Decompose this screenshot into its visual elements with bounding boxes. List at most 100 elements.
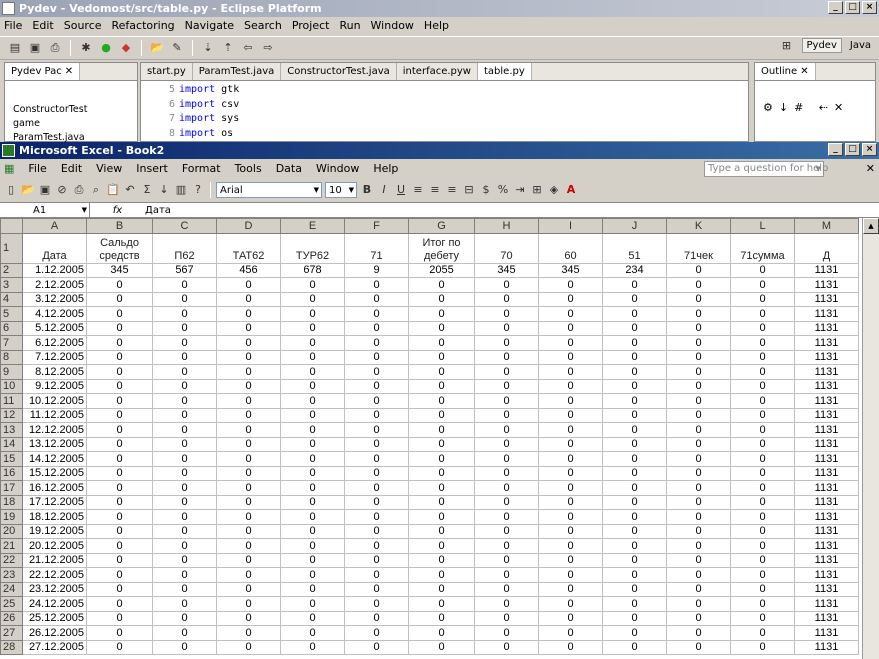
cell[interactable]: 0 [538,639,603,655]
cell[interactable]: 0 [538,349,603,365]
date-cell[interactable]: 6.12.2005 [22,335,87,351]
cell[interactable]: 0 [474,320,539,336]
cell[interactable]: 0 [538,378,603,394]
cell[interactable]: 0 [280,552,345,568]
cell[interactable]: 0 [86,509,153,525]
header-cell[interactable]: 71 [344,232,409,264]
cell[interactable]: 1131 [794,552,859,568]
date-cell[interactable]: 2.12.2005 [22,277,87,293]
date-cell[interactable]: 4.12.2005 [22,306,87,322]
cell[interactable]: 0 [602,378,667,394]
cell[interactable]: 0 [666,523,731,539]
cell[interactable]: 0 [602,567,667,583]
external-tools-icon[interactable]: ◆ [119,41,133,55]
row-header[interactable]: 28 [0,639,23,655]
cell[interactable]: 0 [152,407,217,423]
cell[interactable]: 0 [344,335,409,351]
cell[interactable]: 0 [602,306,667,322]
cell[interactable]: 0 [344,393,409,409]
header-cell[interactable]: Сальдо средств [86,232,153,264]
cell[interactable]: 0 [408,480,475,496]
cell[interactable]: 0 [86,596,153,612]
close-icon[interactable]: ✕ [65,66,73,77]
cell[interactable]: 1131 [794,422,859,438]
cell[interactable]: 0 [408,465,475,481]
cell[interactable]: 0 [344,306,409,322]
code-line[interactable]: 8 import os [161,127,748,142]
cell[interactable]: 0 [538,335,603,351]
debug-icon[interactable]: ✱ [79,41,93,55]
cell[interactable]: 0 [152,335,217,351]
column-header[interactable]: F [344,218,409,234]
menu-help[interactable]: Help [424,19,449,32]
date-cell[interactable]: 9.12.2005 [22,378,87,394]
cell[interactable]: 0 [730,320,795,336]
cell[interactable]: 0 [344,494,409,510]
menu-window[interactable]: Window [371,19,414,32]
column-header[interactable]: C [152,218,217,234]
outline-toolbar-icons[interactable]: ⚙↓# ⇠✕ [755,81,875,134]
cell[interactable]: 1131 [794,349,859,365]
cell[interactable]: 0 [538,422,603,438]
menu-refactoring[interactable]: Refactoring [112,19,175,32]
select-all-corner[interactable] [0,218,23,234]
indent-icon[interactable]: ⇥ [513,183,527,197]
cell[interactable]: 0 [666,349,731,365]
cell[interactable]: 0 [538,581,603,597]
cell[interactable]: 0 [86,422,153,438]
cell[interactable]: 0 [86,494,153,510]
cell[interactable]: 0 [602,451,667,467]
cell[interactable]: 0 [216,306,281,322]
size-select[interactable]: 10 ▼ [325,182,357,198]
cell[interactable]: 0 [152,306,217,322]
cell[interactable]: 0 [538,509,603,525]
cell[interactable]: 0 [216,451,281,467]
cell[interactable]: 0 [730,494,795,510]
cell[interactable]: 0 [602,480,667,496]
cell[interactable]: 0 [730,407,795,423]
header-cell[interactable]: ТАТ62 [216,232,281,264]
cell[interactable]: 0 [152,567,217,583]
formula-input[interactable]: Дата [145,205,171,216]
column-header[interactable]: L [730,218,795,234]
cell[interactable]: 0 [474,436,539,452]
cell[interactable]: 0 [730,639,795,655]
perspective-pydev[interactable]: Pydev [801,38,842,53]
column-header[interactable]: G [408,218,475,234]
cell[interactable]: 0 [474,567,539,583]
excel-menu-view[interactable]: View [96,162,122,175]
cell[interactable]: 0 [474,625,539,641]
cell[interactable]: 0 [86,480,153,496]
cell[interactable]: 0 [280,364,345,380]
cell[interactable]: 0 [86,320,153,336]
excel-menu-data[interactable]: Data [276,162,302,175]
cell[interactable]: 0 [216,335,281,351]
cell[interactable]: 0 [408,625,475,641]
column-header[interactable]: A [22,218,87,234]
cell[interactable]: 0 [280,277,345,293]
cell[interactable]: 0 [666,262,731,278]
cell[interactable]: 1131 [794,306,859,322]
tab-editor-file[interactable]: ConstructorTest.java [281,63,397,80]
date-cell[interactable]: 20.12.2005 [22,538,87,554]
cell[interactable]: 0 [666,596,731,612]
menu-file[interactable]: File [4,19,22,32]
date-cell[interactable]: 3.12.2005 [22,291,87,307]
header-cell[interactable]: Дата [22,232,87,264]
cell[interactable]: 0 [344,291,409,307]
cell[interactable]: 0 [730,465,795,481]
cell[interactable]: 0 [730,262,795,278]
date-cell[interactable]: 27.12.2005 [22,639,87,655]
cell[interactable]: 0 [538,407,603,423]
cell[interactable]: 0 [474,509,539,525]
cell[interactable]: 0 [474,291,539,307]
cell[interactable]: 0 [86,552,153,568]
row-header[interactable]: 11 [0,393,23,409]
sort-ascending-icon[interactable]: ↓ [157,183,171,197]
cell[interactable]: 0 [216,291,281,307]
row-header[interactable]: 20 [0,523,23,539]
cell[interactable]: 0 [408,291,475,307]
cell[interactable]: 0 [152,523,217,539]
tab-editor-file[interactable]: interface.pyw [397,63,478,80]
cell[interactable]: 0 [408,523,475,539]
